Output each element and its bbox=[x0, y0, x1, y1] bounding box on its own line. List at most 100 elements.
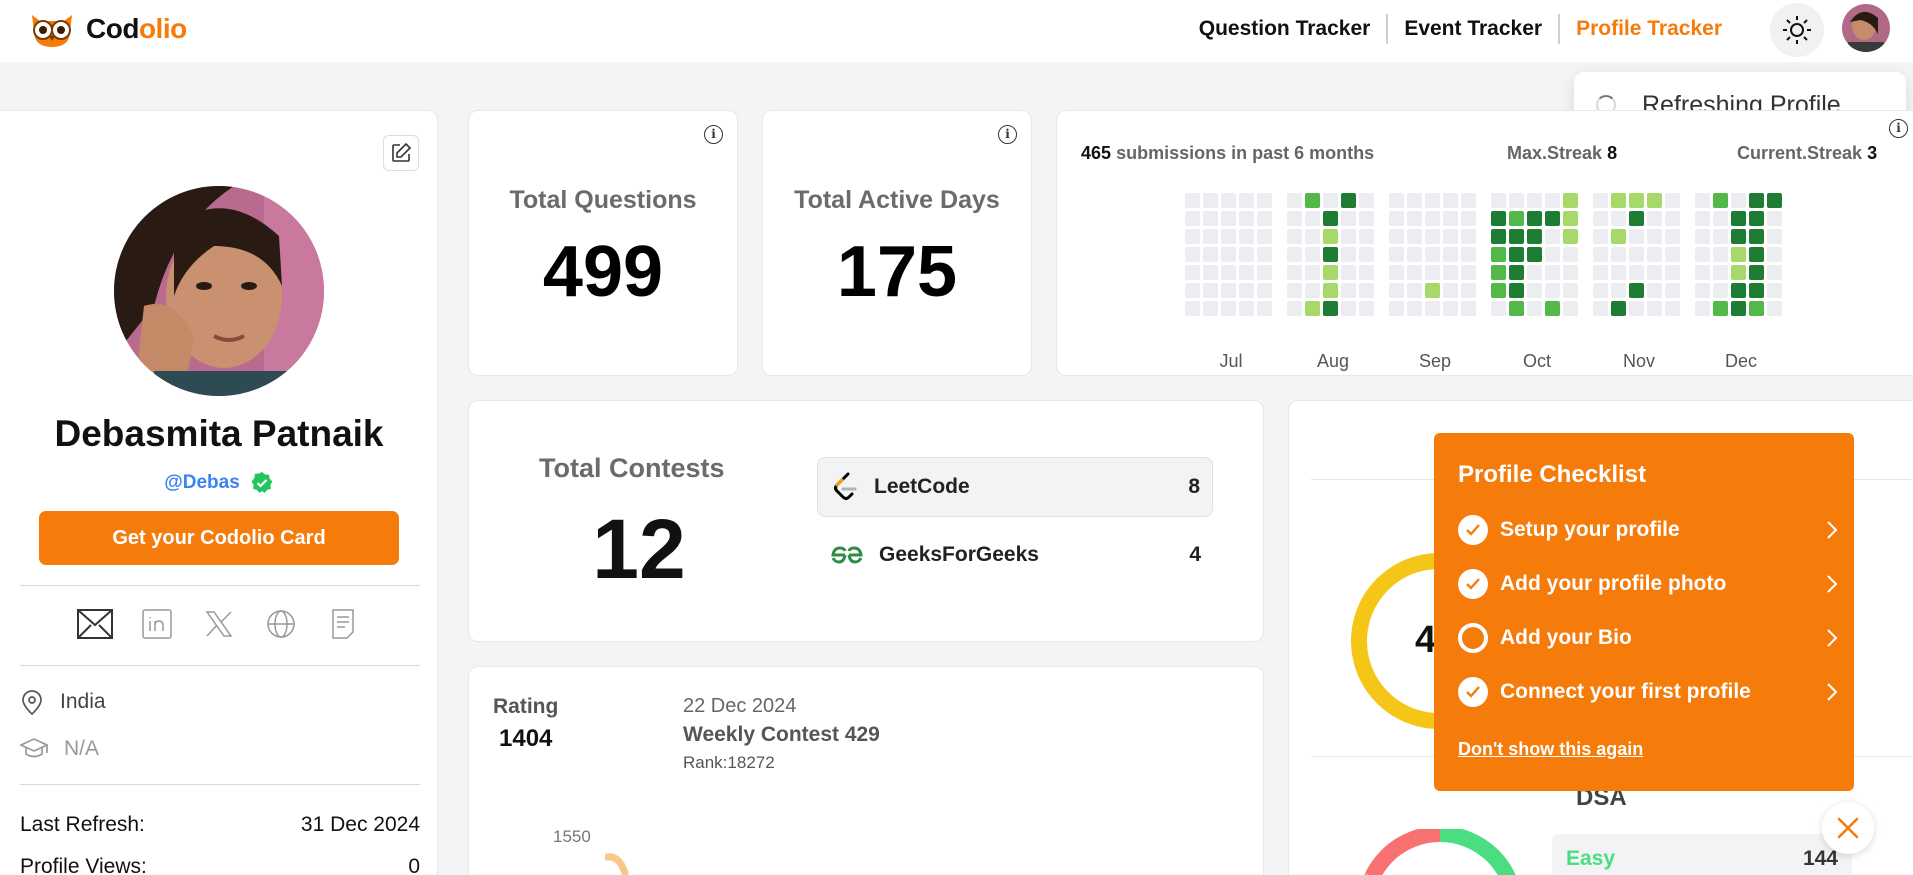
heatmap-day-cell[interactable] bbox=[1221, 247, 1236, 262]
heatmap-day-cell[interactable] bbox=[1611, 283, 1626, 298]
heatmap-day-cell[interactable] bbox=[1461, 229, 1476, 244]
heatmap-day-cell[interactable] bbox=[1545, 265, 1560, 280]
heatmap-day-cell[interactable] bbox=[1461, 265, 1476, 280]
heatmap-day-cell[interactable] bbox=[1203, 193, 1218, 208]
heatmap-day-cell[interactable] bbox=[1239, 193, 1254, 208]
heatmap-day-cell[interactable] bbox=[1731, 229, 1746, 244]
heatmap-day-cell[interactable] bbox=[1713, 211, 1728, 226]
profile-handle[interactable]: @Debas bbox=[164, 472, 240, 494]
heatmap-day-cell[interactable] bbox=[1323, 265, 1338, 280]
heatmap-day-cell[interactable] bbox=[1203, 301, 1218, 316]
heatmap-day-cell[interactable] bbox=[1509, 229, 1524, 244]
checklist-item-connect-profile[interactable]: Connect your first profile bbox=[1458, 677, 1838, 707]
heatmap-day-cell[interactable] bbox=[1461, 211, 1476, 226]
theme-toggle-button[interactable] bbox=[1770, 3, 1824, 57]
heatmap-day-cell[interactable] bbox=[1695, 265, 1710, 280]
heatmap-day-cell[interactable] bbox=[1563, 301, 1578, 316]
heatmap-day-cell[interactable] bbox=[1629, 229, 1644, 244]
heatmap-day-cell[interactable] bbox=[1257, 283, 1272, 298]
heatmap-day-cell[interactable] bbox=[1665, 265, 1680, 280]
heatmap-day-cell[interactable] bbox=[1713, 247, 1728, 262]
heatmap-day-cell[interactable] bbox=[1425, 283, 1440, 298]
heatmap-day-cell[interactable] bbox=[1527, 265, 1542, 280]
info-icon[interactable]: i bbox=[704, 125, 723, 144]
heatmap-day-cell[interactable] bbox=[1257, 229, 1272, 244]
heatmap-day-cell[interactable] bbox=[1221, 265, 1236, 280]
heatmap-day-cell[interactable] bbox=[1731, 247, 1746, 262]
heatmap-day-cell[interactable] bbox=[1527, 229, 1542, 244]
heatmap-day-cell[interactable] bbox=[1731, 193, 1746, 208]
heatmap-day-cell[interactable] bbox=[1665, 247, 1680, 262]
heatmap-day-cell[interactable] bbox=[1185, 301, 1200, 316]
heatmap-day-cell[interactable] bbox=[1203, 283, 1218, 298]
heatmap-day-cell[interactable] bbox=[1341, 301, 1356, 316]
heatmap-day-cell[interactable] bbox=[1713, 301, 1728, 316]
heatmap-day-cell[interactable] bbox=[1713, 265, 1728, 280]
nav-question-tracker[interactable]: Question Tracker bbox=[1183, 14, 1387, 44]
edit-profile-button[interactable] bbox=[383, 135, 419, 171]
heatmap-day-cell[interactable] bbox=[1257, 247, 1272, 262]
heatmap-day-cell[interactable] bbox=[1563, 247, 1578, 262]
heatmap-day-cell[interactable] bbox=[1695, 301, 1710, 316]
heatmap-day-cell[interactable] bbox=[1509, 211, 1524, 226]
heatmap-day-cell[interactable] bbox=[1443, 247, 1458, 262]
heatmap-day-cell[interactable] bbox=[1767, 265, 1782, 280]
heatmap-day-cell[interactable] bbox=[1221, 211, 1236, 226]
heatmap-day-cell[interactable] bbox=[1359, 211, 1374, 226]
heatmap-day-cell[interactable] bbox=[1563, 265, 1578, 280]
platform-row-gfg[interactable]: GeeksForGeeks 4 bbox=[817, 525, 1213, 585]
heatmap-day-cell[interactable] bbox=[1491, 211, 1506, 226]
heatmap-day-cell[interactable] bbox=[1647, 193, 1662, 208]
heatmap-day-cell[interactable] bbox=[1443, 301, 1458, 316]
heatmap-day-cell[interactable] bbox=[1185, 265, 1200, 280]
heatmap-day-cell[interactable] bbox=[1647, 211, 1662, 226]
heatmap-day-cell[interactable] bbox=[1185, 247, 1200, 262]
heatmap-day-cell[interactable] bbox=[1407, 247, 1422, 262]
heatmap-day-cell[interactable] bbox=[1665, 211, 1680, 226]
heatmap-day-cell[interactable] bbox=[1221, 193, 1236, 208]
heatmap-day-cell[interactable] bbox=[1461, 193, 1476, 208]
heatmap-day-cell[interactable] bbox=[1713, 283, 1728, 298]
heatmap-day-cell[interactable] bbox=[1389, 229, 1404, 244]
heatmap-day-cell[interactable] bbox=[1389, 211, 1404, 226]
heatmap-day-cell[interactable] bbox=[1239, 301, 1254, 316]
heatmap-day-cell[interactable] bbox=[1443, 283, 1458, 298]
website-globe-icon[interactable] bbox=[263, 606, 299, 642]
heatmap-day-cell[interactable] bbox=[1629, 265, 1644, 280]
heatmap-day-cell[interactable] bbox=[1257, 301, 1272, 316]
heatmap-day-cell[interactable] bbox=[1611, 265, 1626, 280]
heatmap-day-cell[interactable] bbox=[1407, 193, 1422, 208]
heatmap-day-cell[interactable] bbox=[1305, 193, 1320, 208]
heatmap-day-cell[interactable] bbox=[1611, 247, 1626, 262]
heatmap-day-cell[interactable] bbox=[1509, 247, 1524, 262]
heatmap-day-cell[interactable] bbox=[1389, 193, 1404, 208]
heatmap-day-cell[interactable] bbox=[1563, 283, 1578, 298]
heatmap-day-cell[interactable] bbox=[1185, 229, 1200, 244]
heatmap-day-cell[interactable] bbox=[1767, 247, 1782, 262]
heatmap-day-cell[interactable] bbox=[1425, 229, 1440, 244]
heatmap-day-cell[interactable] bbox=[1695, 283, 1710, 298]
heatmap-day-cell[interactable] bbox=[1341, 265, 1356, 280]
close-checklist-button[interactable] bbox=[1822, 802, 1874, 854]
heatmap-day-cell[interactable] bbox=[1287, 283, 1302, 298]
heatmap-day-cell[interactable] bbox=[1407, 211, 1422, 226]
heatmap-day-cell[interactable] bbox=[1749, 211, 1764, 226]
heatmap-day-cell[interactable] bbox=[1593, 301, 1608, 316]
heatmap-day-cell[interactable] bbox=[1443, 193, 1458, 208]
heatmap-day-cell[interactable] bbox=[1407, 265, 1422, 280]
heatmap-day-cell[interactable] bbox=[1341, 211, 1356, 226]
heatmap-day-cell[interactable] bbox=[1203, 247, 1218, 262]
heatmap-day-cell[interactable] bbox=[1203, 229, 1218, 244]
heatmap-day-cell[interactable] bbox=[1221, 301, 1236, 316]
heatmap-day-cell[interactable] bbox=[1287, 247, 1302, 262]
heatmap-day-cell[interactable] bbox=[1509, 193, 1524, 208]
checklist-item-bio[interactable]: Add your Bio bbox=[1458, 623, 1838, 653]
heatmap-day-cell[interactable] bbox=[1629, 193, 1644, 208]
heatmap-day-cell[interactable] bbox=[1359, 283, 1374, 298]
heatmap-day-cell[interactable] bbox=[1527, 193, 1542, 208]
heatmap-day-cell[interactable] bbox=[1491, 193, 1506, 208]
heatmap-day-cell[interactable] bbox=[1665, 301, 1680, 316]
heatmap-day-cell[interactable] bbox=[1629, 247, 1644, 262]
info-icon[interactable]: i bbox=[1889, 119, 1908, 138]
heatmap-day-cell[interactable] bbox=[1491, 229, 1506, 244]
